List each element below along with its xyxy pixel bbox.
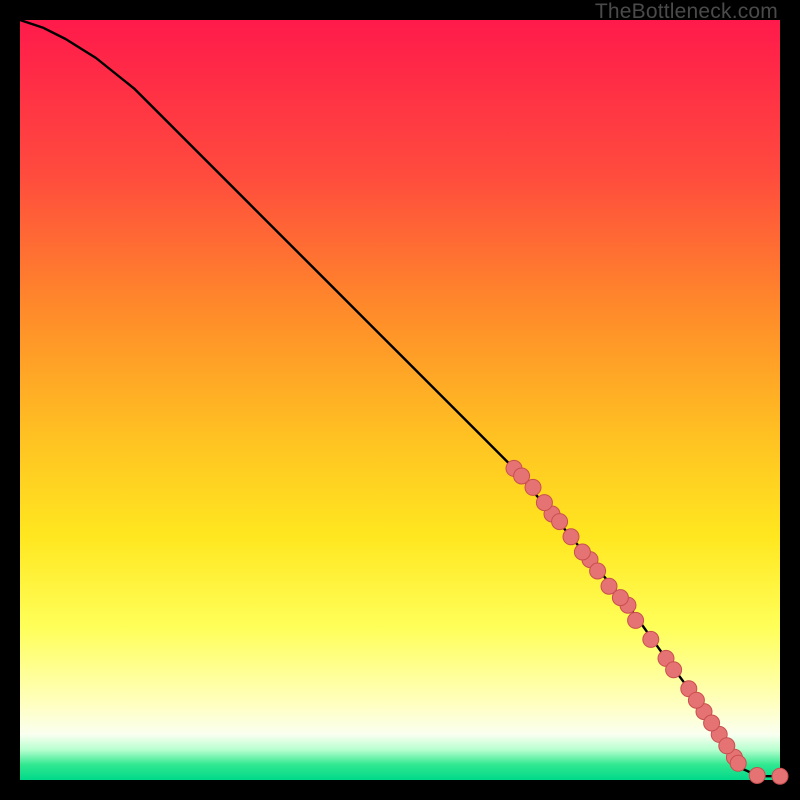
curve-marker [666, 662, 682, 678]
curve-marker [643, 631, 659, 647]
curve-marker [772, 768, 788, 784]
curve-marker [536, 495, 552, 511]
curve-marker [688, 692, 704, 708]
curve-marker [574, 544, 590, 560]
curve-marker [704, 715, 720, 731]
curve-marker [552, 514, 568, 530]
curve-marker [590, 563, 606, 579]
curve-marker [749, 767, 765, 783]
curve-marker [525, 479, 541, 495]
curve-markers-group [506, 460, 788, 784]
curve-layer [20, 20, 780, 780]
curve-marker [730, 755, 746, 771]
curve-marker [612, 590, 628, 606]
curve-marker [628, 612, 644, 628]
curve-marker [719, 738, 735, 754]
curve-marker [563, 529, 579, 545]
chart-frame: TheBottleneck.com [0, 0, 800, 800]
